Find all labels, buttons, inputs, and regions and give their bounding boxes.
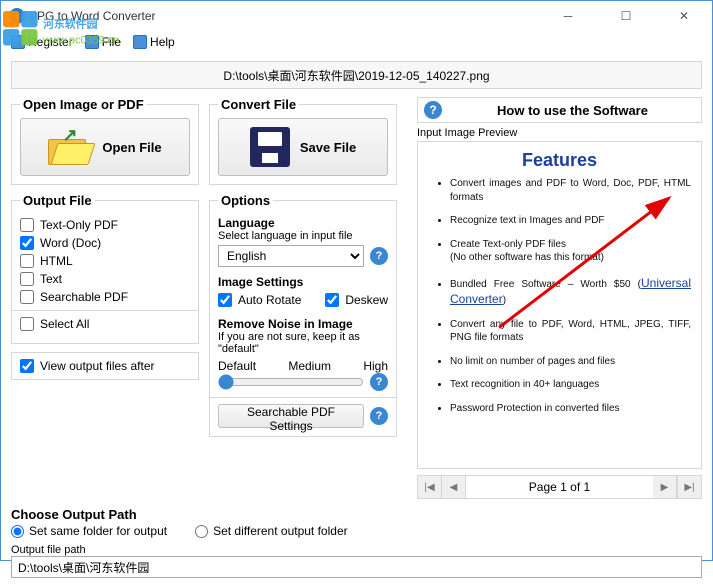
searchable-pdf-settings-button[interactable]: Searchable PDF Settings [218,404,364,428]
universal-converter-link[interactable]: Universal Converter [450,276,691,307]
menu-bar: Register File Help [1,31,712,53]
file-icon [85,35,99,49]
register-icon [11,35,25,49]
menu-register[interactable]: Register [11,35,73,49]
open-image-legend: Open Image or PDF [20,97,147,112]
title-bar: ◐ JPG to Word Converter ─ ☐ ✕ [1,1,712,31]
output-format-checkbox[interactable]: Text-Only PDF [20,218,190,232]
how-to-use-bar[interactable]: ? How to use the Software [417,97,702,123]
same-folder-radio[interactable]: Set same folder for output [11,524,167,538]
feature-item: No limit on number of pages and files [450,355,691,369]
output-path-input[interactable] [11,556,702,578]
image-settings-label: Image Settings [218,275,388,289]
save-disk-icon [250,127,290,167]
open-image-group: Open Image or PDF ↗ Open File [11,97,199,185]
options-group: Options Language Select language in inpu… [209,193,397,437]
feature-item: Convert any file to PDF, Word, HTML, JPE… [450,318,691,345]
choose-output-path-group: Choose Output Path Set same folder for o… [11,507,702,538]
page-indicator: Page 1 of 1 [466,480,653,494]
feature-item: Bundled Free Software – Worth $50 (Unive… [450,275,691,308]
file-path-bar: D:\tools\桌面\河东软件园\2019-12-05_140227.png [11,61,702,89]
output-file-legend: Output File [20,193,95,208]
preview-label: Input Image Preview [417,127,702,139]
open-folder-icon: ↗ [48,129,92,165]
feature-item: Text recognition in 40+ languages [450,378,691,392]
input-image-preview: Features Convert images and PDF to Word,… [417,141,702,469]
output-file-group: Output File Text-Only PDF Word (Doc) HTML T… [11,193,199,344]
noise-help-icon[interactable]: ? [370,373,388,391]
options-legend: Options [218,193,273,208]
menu-help[interactable]: Help [133,35,175,49]
window-title: JPG to Word Converter [31,9,548,23]
language-help-icon[interactable]: ? [370,247,388,265]
feature-item: Password Protection in converted files [450,402,691,416]
open-file-button[interactable]: ↗ Open File [20,118,190,176]
diff-folder-radio[interactable]: Set different output folder [195,524,348,538]
maximize-button[interactable]: ☐ [606,9,646,23]
features-title: Features [428,150,691,171]
app-icon: ◐ [9,8,25,24]
convert-file-legend: Convert File [218,97,299,112]
page-prev-button[interactable]: ◀ [442,476,466,498]
language-select[interactable]: English [218,245,364,267]
convert-file-group: Convert File Save File [209,97,397,185]
deskew-checkbox[interactable]: Deskew [325,293,388,307]
select-all-checkbox[interactable]: Select All [20,317,190,331]
language-label: Language [218,216,388,230]
save-file-button[interactable]: Save File [218,118,388,176]
minimize-button[interactable]: ─ [548,9,588,23]
output-format-checkbox[interactable]: Word (Doc) [20,236,190,250]
view-output-checkbox[interactable]: View output files after [20,359,190,373]
output-path-group: Output file path [11,544,702,578]
close-button[interactable]: ✕ [664,9,704,23]
page-first-button[interactable]: |◀ [418,476,442,498]
feature-item: Create Text-only PDF files (No other sof… [450,238,691,265]
page-next-button[interactable]: ▶ [653,476,677,498]
output-format-checkbox[interactable]: HTML [20,254,190,268]
spdf-help-icon[interactable]: ? [370,407,388,425]
output-format-checkbox[interactable]: Text [20,272,190,286]
menu-file[interactable]: File [85,35,121,49]
feature-item: Convert images and PDF to Word, Doc, PDF… [450,177,691,204]
page-navigator: |◀ ◀ Page 1 of 1 ▶ ▶| [417,475,702,499]
noise-slider[interactable] [218,374,364,390]
page-last-button[interactable]: ▶| [677,476,701,498]
help-icon: ? [424,101,442,119]
output-format-checkbox[interactable]: Searchable PDF [20,290,190,304]
help-menu-icon [133,35,147,49]
noise-label: Remove Noise in Image [218,317,388,331]
auto-rotate-checkbox[interactable]: Auto Rotate [218,293,319,307]
feature-item: Recognize text in Images and PDF [450,214,691,228]
